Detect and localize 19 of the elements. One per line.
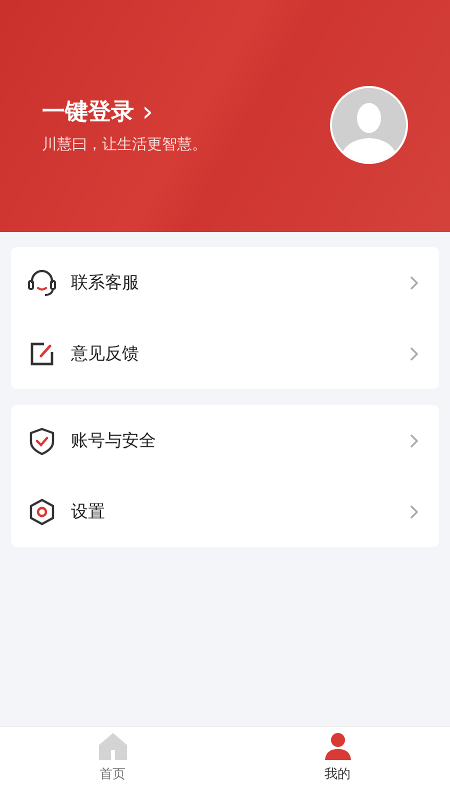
person-icon [322,731,352,761]
shield-icon [29,426,55,454]
home-icon [98,731,128,761]
edit-icon [29,340,55,366]
chevron-icon [409,346,419,362]
slogan-text: 川慧曰，让生活更智慧。 [42,135,207,154]
chevron-icon [409,274,419,290]
menu-item[interactable]: 设置 [71,500,395,523]
menu-item[interactable]: 联系客服 [71,271,395,294]
login-link[interactable]: 一键登录 [42,96,134,127]
headset-icon [27,268,57,296]
chevron-icon [409,432,419,448]
menu-item[interactable]: 账号与安全 [71,429,395,452]
tab[interactable]: 我的 [225,727,450,787]
chevron-icon [409,504,419,520]
menu-item[interactable]: 意见反馈 [71,342,395,365]
tab[interactable]: 首页 [0,727,225,787]
settings-icon [29,498,55,526]
chevron-text: › [142,98,154,126]
